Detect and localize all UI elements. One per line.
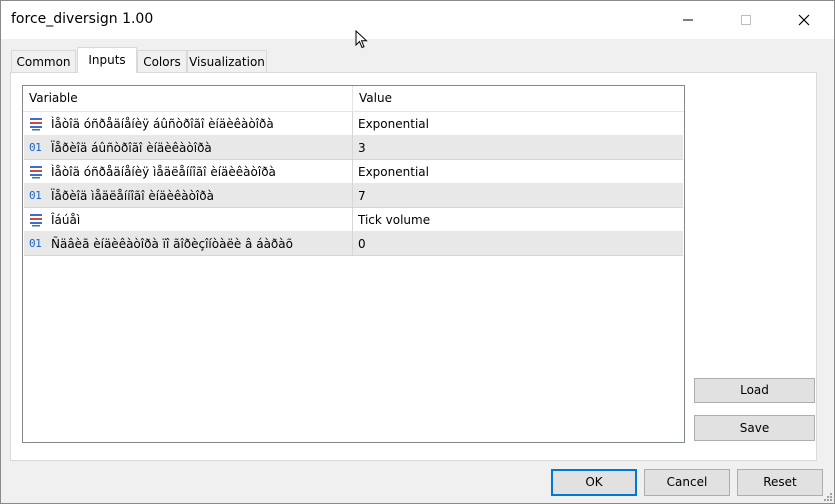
integer-01-icon: 01 <box>29 141 42 154</box>
column-header-value[interactable]: Value <box>353 86 684 111</box>
variable-cell: 01 Ñäâèã èíäèêàòîðà ïî ãîðèçîíòàëè â áàð… <box>24 232 353 256</box>
minimize-button[interactable] <box>665 1 711 39</box>
close-button[interactable] <box>781 1 827 39</box>
table-row[interactable]: Îáúåì Tick volume <box>24 208 683 232</box>
variable-cell: Ìåòîä óñðåäíåíèÿ áûñòðîãî èíäèêàòîðà <box>24 112 353 136</box>
reset-button[interactable]: Reset <box>737 469 823 496</box>
value-cell[interactable]: 0 <box>353 232 683 256</box>
enum-list-icon <box>30 214 42 227</box>
variable-name: Ïåðèîä ìåäëåííîãî èíäèêàòîðà <box>51 189 214 203</box>
close-icon <box>798 14 810 26</box>
minimize-icon <box>683 19 693 21</box>
load-button[interactable]: Load <box>694 378 815 403</box>
maximize-button <box>723 1 769 39</box>
value-cell[interactable]: Exponential <box>353 160 683 184</box>
value-cell[interactable]: 7 <box>353 184 683 208</box>
variable-cell: 01 Ïåðèîä áûñòðîãî èíäèêàòîðà <box>24 136 353 160</box>
table-row[interactable]: Ìåòîä óñðåäíåíèÿ ìåäëåííîãî èíäèêàòîðà E… <box>24 160 683 184</box>
value-cell[interactable]: Exponential <box>353 112 683 136</box>
dialog-window: force_diversign 1.00 Common Inputs Color… <box>0 0 835 504</box>
variable-cell: Ìåòîä óñðåäíåíèÿ ìåäëåííîãî èíäèêàòîðà <box>24 160 353 184</box>
tab-inputs[interactable]: Inputs <box>77 47 137 73</box>
title-bar[interactable]: force_diversign 1.00 <box>1 1 834 39</box>
integer-01-icon: 01 <box>29 189 42 202</box>
ok-button[interactable]: OK <box>551 469 637 496</box>
variable-name: Ìåòîä óñðåäíåíèÿ ìåäëåííîãî èíäèêàòîðà <box>51 165 276 179</box>
enum-list-icon <box>30 118 42 131</box>
save-button[interactable]: Save <box>694 415 815 441</box>
table-header: Variable Value <box>23 86 684 112</box>
integer-01-icon: 01 <box>29 237 42 250</box>
cancel-button[interactable]: Cancel <box>644 469 730 496</box>
value-cell[interactable]: Tick volume <box>353 208 683 232</box>
table-row[interactable]: 01 Ñäâèã èíäèêàòîðà ïî ãîðèçîíòàëè â áàð… <box>24 232 683 256</box>
variable-cell: Îáúåì <box>24 208 353 232</box>
enum-list-icon <box>30 166 42 179</box>
resize-grip-icon[interactable] <box>823 492 833 502</box>
variable-cell: 01 Ïåðèîä ìåäëåííîãî èíäèêàòîðà <box>24 184 353 208</box>
maximize-icon <box>741 15 751 25</box>
tab-visualization[interactable]: Visualization <box>187 50 267 72</box>
variable-name: Ìåòîä óñðåäíåíèÿ áûñòðîãî èíäèêàòîðà <box>51 117 274 131</box>
window-title: force_diversign 1.00 <box>11 11 154 27</box>
variable-name: Ñäâèã èíäèêàòîðà ïî ãîðèçîíòàëè â áàðàõ <box>51 237 293 251</box>
tab-common[interactable]: Common <box>11 50 76 72</box>
table-row[interactable]: 01 Ïåðèîä áûñòðîãî èíäèêàòîðà 3 <box>24 136 683 160</box>
table-row[interactable]: Ìåòîä óñðåäíåíèÿ áûñòðîãî èíäèêàòîðà Exp… <box>24 112 683 136</box>
table-row[interactable]: 01 Ïåðèîä ìåäëåííîãî èíäèêàòîðà 7 <box>24 184 683 208</box>
tab-colors[interactable]: Colors <box>137 50 187 72</box>
column-header-variable[interactable]: Variable <box>23 86 353 111</box>
variable-name: Îáúåì <box>51 213 81 227</box>
value-cell[interactable]: 3 <box>353 136 683 160</box>
variable-name: Ïåðèîä áûñòðîãî èíäèêàòîðà <box>51 141 212 155</box>
mouse-pointer-icon <box>355 30 368 49</box>
inputs-table: Variable Value Ìåòîä óñðåäíåíèÿ áûñòðîãî… <box>22 85 685 443</box>
